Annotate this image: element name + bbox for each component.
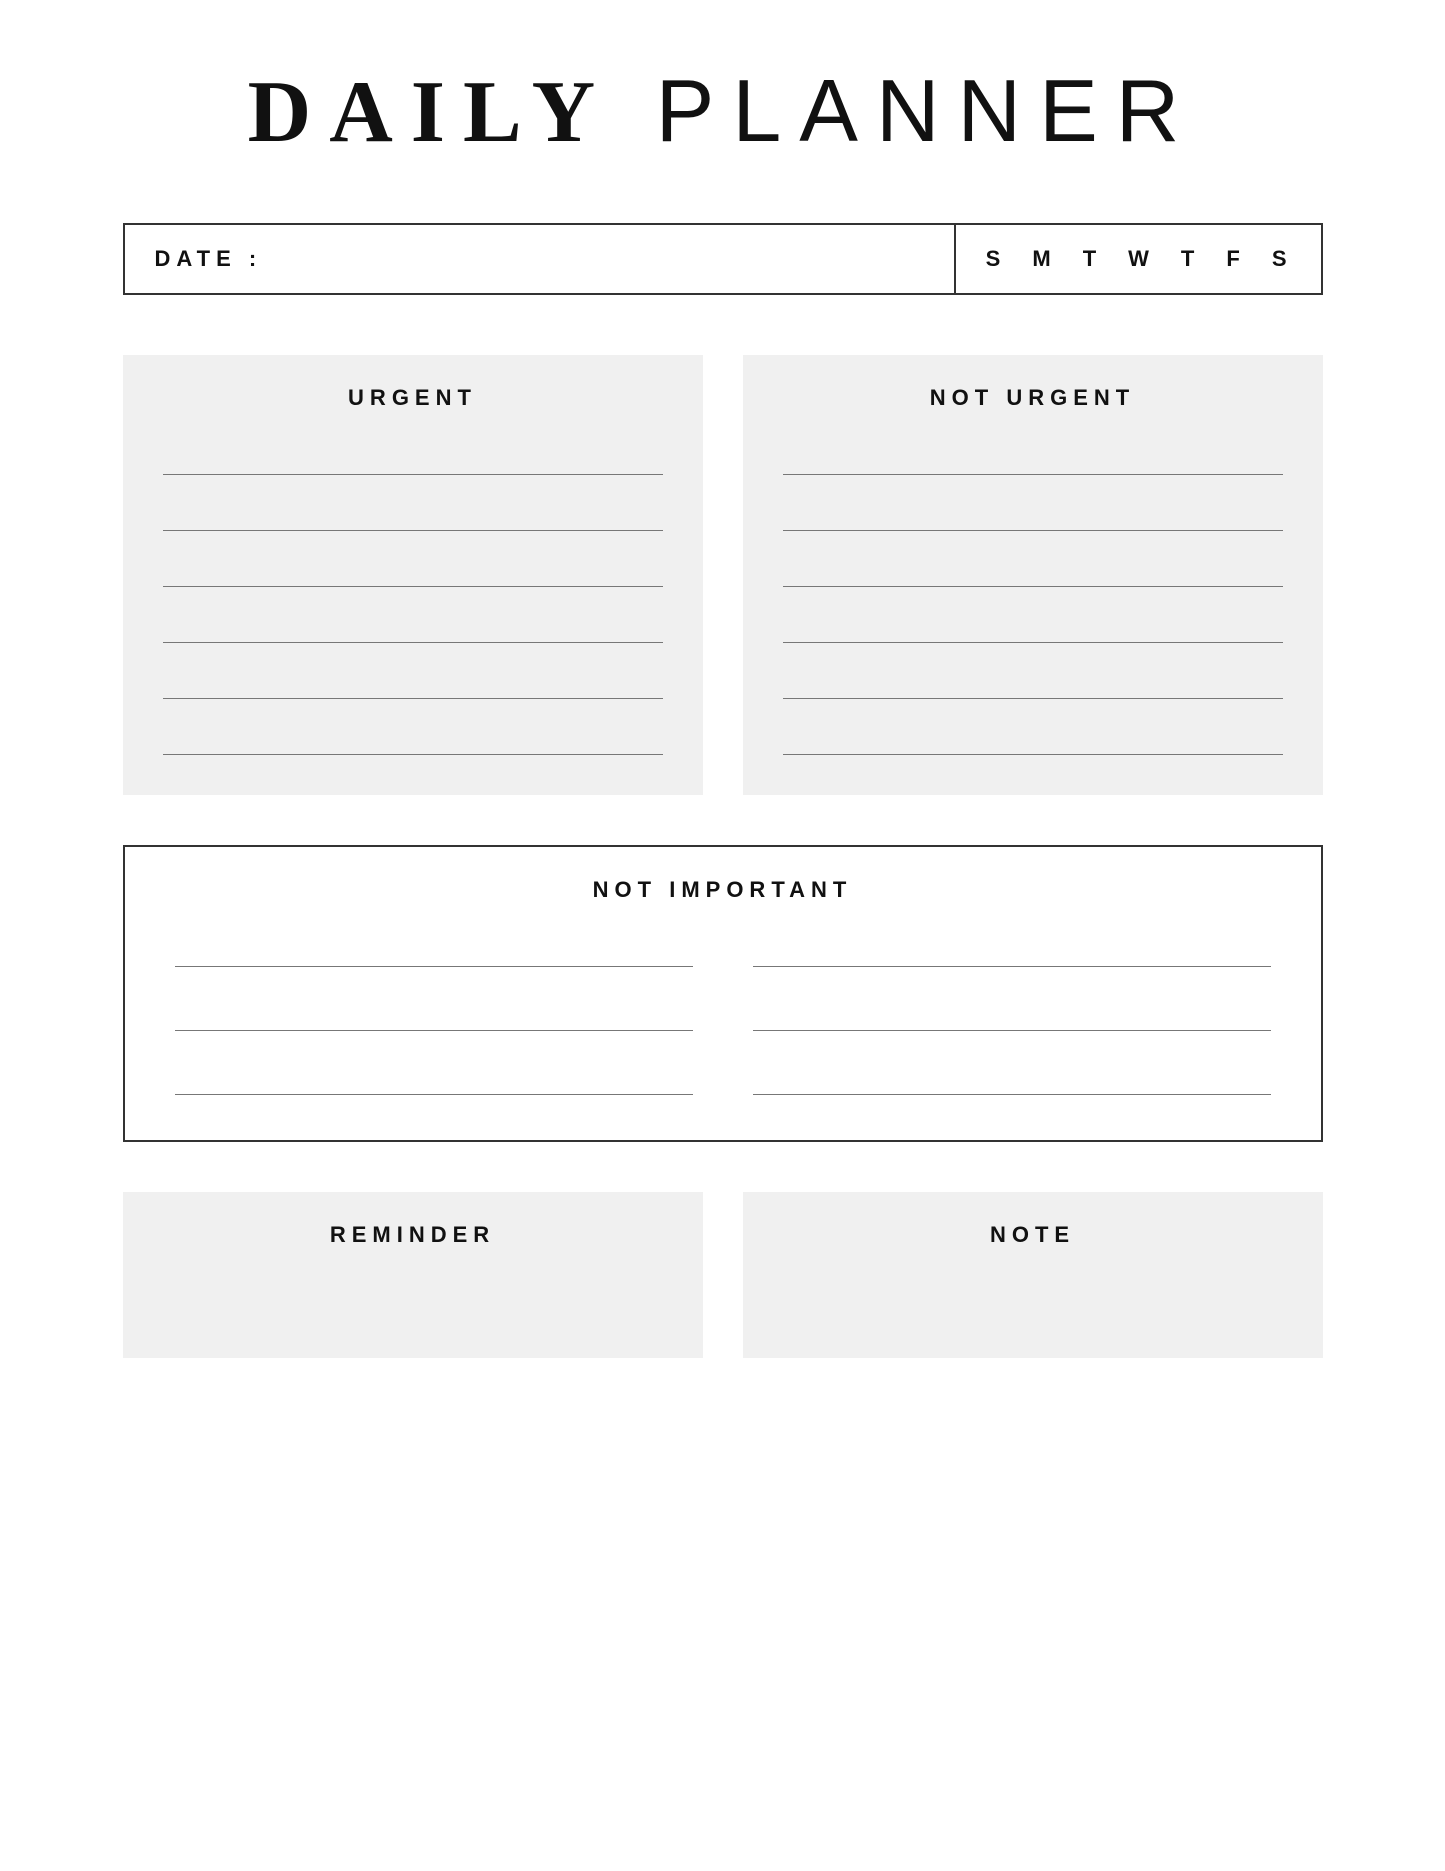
day-s2: S [1272, 246, 1291, 272]
date-label-text: DATE : [155, 246, 263, 272]
not-important-box: NOT IMPORTANT [123, 845, 1323, 1142]
date-label-section: DATE : [125, 225, 956, 293]
top-boxes-row: URGENT NOT URGENT [123, 355, 1323, 795]
urgent-lines [163, 451, 663, 755]
not-urgent-lines [783, 451, 1283, 755]
daily-planner-page: DAILY PLANNER DATE : S M T W T F S URGEN… [123, 60, 1323, 1358]
note-box: NOTE [743, 1192, 1323, 1358]
urgent-box-title: URGENT [348, 385, 477, 411]
not-important-box-title: NOT IMPORTANT [593, 877, 853, 903]
day-w: W [1128, 246, 1153, 272]
not-important-line-r1[interactable] [753, 943, 1271, 967]
not-important-line-r3[interactable] [753, 1071, 1271, 1095]
urgent-box: URGENT [123, 355, 703, 795]
not-urgent-line-4[interactable] [783, 619, 1283, 643]
urgent-line-1[interactable] [163, 451, 663, 475]
not-important-lines [175, 943, 1271, 1095]
not-urgent-box-title: NOT URGENT [930, 385, 1135, 411]
day-s1: S [986, 246, 1005, 272]
urgent-line-4[interactable] [163, 619, 663, 643]
not-urgent-line-2[interactable] [783, 507, 1283, 531]
not-important-col-right [753, 943, 1271, 1095]
not-urgent-line-1[interactable] [783, 451, 1283, 475]
not-important-col-left [175, 943, 693, 1095]
date-bar: DATE : S M T W T F S [123, 223, 1323, 295]
urgent-line-6[interactable] [163, 731, 663, 755]
not-urgent-line-5[interactable] [783, 675, 1283, 699]
not-important-line-l3[interactable] [175, 1071, 693, 1095]
day-f: F [1226, 246, 1243, 272]
reminder-box: REMINDER [123, 1192, 703, 1358]
urgent-line-2[interactable] [163, 507, 663, 531]
note-box-title: NOTE [990, 1222, 1075, 1248]
title-planner: PLANNER [613, 61, 1197, 160]
days-row: S M T W T F S [956, 225, 1321, 293]
not-urgent-line-3[interactable] [783, 563, 1283, 587]
day-t1: T [1083, 246, 1100, 272]
not-urgent-box: NOT URGENT [743, 355, 1323, 795]
day-t2: T [1181, 246, 1198, 272]
bottom-boxes-row: REMINDER NOTE [123, 1192, 1323, 1358]
title-daily: DAILY [248, 64, 614, 161]
not-important-line-l2[interactable] [175, 1007, 693, 1031]
urgent-line-5[interactable] [163, 675, 663, 699]
day-m: M [1032, 246, 1054, 272]
reminder-box-title: REMINDER [330, 1222, 495, 1248]
not-urgent-line-6[interactable] [783, 731, 1283, 755]
not-important-line-l1[interactable] [175, 943, 693, 967]
page-title-row: DAILY PLANNER [123, 60, 1323, 163]
urgent-line-3[interactable] [163, 563, 663, 587]
not-important-line-r2[interactable] [753, 1007, 1271, 1031]
